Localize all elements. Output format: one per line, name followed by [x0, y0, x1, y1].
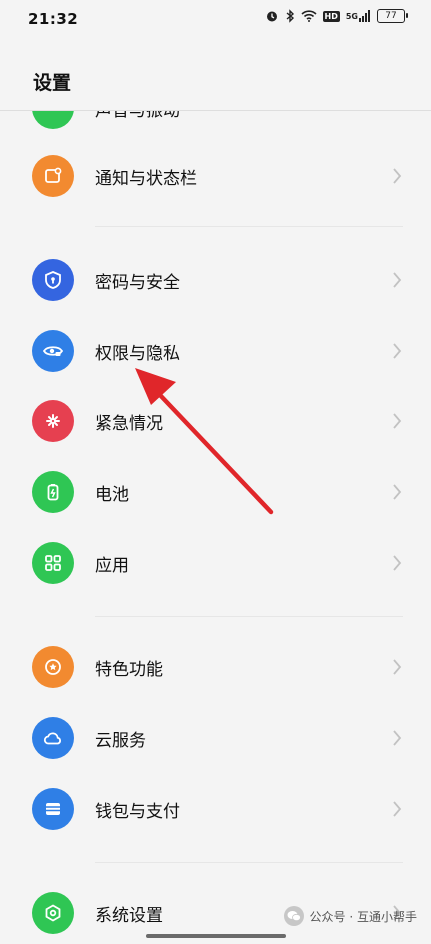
chevron-right-icon — [393, 168, 402, 184]
battery-indicator: 77 — [377, 9, 408, 23]
settings-item-sound[interactable]: 声音与振动 — [0, 111, 431, 143]
settings-item-emergency[interactable]: 紧急情况 — [0, 386, 431, 456]
group-divider — [95, 226, 403, 227]
settings-item-label: 云服务 — [95, 730, 146, 751]
status-icons: HD 5G 77 — [265, 9, 408, 23]
settings-list[interactable]: 声音与振动 通知与状态栏 密码与安全 权限与隐私 紧急情况 电池 — [0, 111, 431, 944]
battery-icon — [32, 471, 74, 513]
settings-item-label: 钱包与支付 — [95, 801, 180, 822]
settings-item-label: 特色功能 — [95, 659, 163, 680]
group-divider — [95, 616, 403, 617]
alarm-icon — [265, 9, 279, 23]
privacy-eye-icon — [32, 330, 74, 372]
system-settings-icon — [32, 892, 74, 934]
chevron-right-icon — [393, 801, 402, 817]
home-indicator[interactable] — [146, 934, 286, 938]
settings-item-label: 系统设置 — [95, 905, 163, 926]
settings-item-cloud-service[interactable]: 云服务 — [0, 703, 431, 773]
sound-icon — [32, 111, 74, 129]
settings-item-battery[interactable]: 电池 — [0, 457, 431, 527]
chevron-right-icon — [393, 343, 402, 359]
settings-item-wallet-payment[interactable]: 钱包与支付 — [0, 774, 431, 844]
notification-icon — [32, 155, 74, 197]
settings-item-apps[interactable]: 应用 — [0, 528, 431, 598]
battery-level: 77 — [385, 11, 397, 21]
hd-icon: HD — [322, 10, 340, 22]
settings-item-special-features[interactable]: 特色功能 — [0, 632, 431, 702]
star-badge-icon — [32, 646, 74, 688]
chevron-right-icon — [393, 730, 402, 746]
status-time: 21:32 — [28, 10, 79, 28]
chevron-right-icon — [393, 484, 402, 500]
chevron-right-icon — [393, 659, 402, 675]
settings-item-password-security[interactable]: 密码与安全 — [0, 245, 431, 315]
bluetooth-icon — [285, 9, 295, 23]
emergency-icon — [32, 400, 74, 442]
chevron-right-icon — [393, 413, 402, 429]
settings-item-label: 应用 — [95, 555, 129, 576]
wallet-icon — [32, 788, 74, 830]
watermark: 公众号 · 互通小帮手 — [283, 906, 417, 926]
page-title: 设置 — [33, 72, 72, 94]
settings-item-label: 权限与隐私 — [95, 343, 180, 364]
settings-item-notifications[interactable]: 通知与状态栏 — [0, 141, 431, 211]
settings-item-label: 电池 — [95, 484, 129, 505]
cloud-icon — [32, 717, 74, 759]
chevron-right-icon — [393, 272, 402, 288]
settings-item-label: 密码与安全 — [95, 272, 180, 293]
shield-icon — [32, 259, 74, 301]
settings-item-permissions-privacy[interactable]: 权限与隐私 — [0, 316, 431, 386]
group-divider — [95, 862, 403, 863]
wifi-icon — [300, 10, 317, 22]
chevron-right-icon — [393, 555, 402, 571]
wechat-logo-icon — [283, 906, 304, 926]
apps-grid-icon — [32, 542, 74, 584]
watermark-text: 公众号 · 互通小帮手 — [309, 909, 417, 924]
network-type: 5G — [345, 11, 358, 21]
settings-item-label: 通知与状态栏 — [95, 168, 197, 189]
cellular-signal-icon: 5G — [346, 10, 371, 22]
settings-item-label: 声音与振动 — [95, 111, 180, 121]
settings-item-label: 紧急情况 — [95, 413, 163, 434]
status-bar: 21:32 HD 5G 77 — [0, 0, 431, 40]
